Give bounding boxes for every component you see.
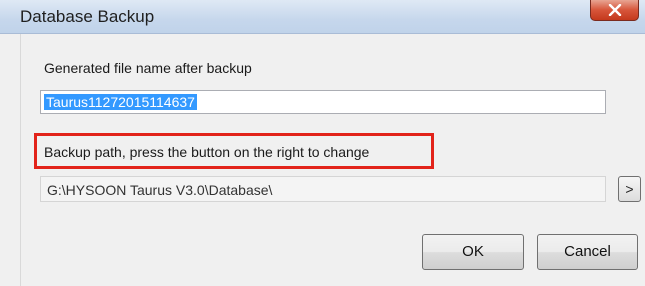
close-button[interactable]: [590, 0, 639, 21]
browse-path-button[interactable]: >: [618, 176, 641, 202]
backup-path-value: G:\HYSOON Taurus V3.0\Database\: [47, 182, 273, 198]
backup-path-field: G:\HYSOON Taurus V3.0\Database\: [40, 176, 606, 202]
ok-button[interactable]: OK: [422, 234, 524, 270]
database-backup-dialog: Database Backup Generated file name afte…: [0, 0, 645, 286]
filename-input[interactable]: Taurus11272015114637: [40, 90, 606, 114]
close-icon: [608, 4, 621, 16]
cancel-button[interactable]: Cancel: [537, 234, 638, 270]
filename-label: Generated file name after backup: [44, 60, 252, 76]
window-title: Database Backup: [20, 7, 155, 26]
filename-value: Taurus11272015114637: [44, 94, 197, 110]
title-bar[interactable]: Database Backup: [0, 0, 645, 34]
backup-path-label: Backup path, press the button on the rig…: [44, 144, 370, 160]
